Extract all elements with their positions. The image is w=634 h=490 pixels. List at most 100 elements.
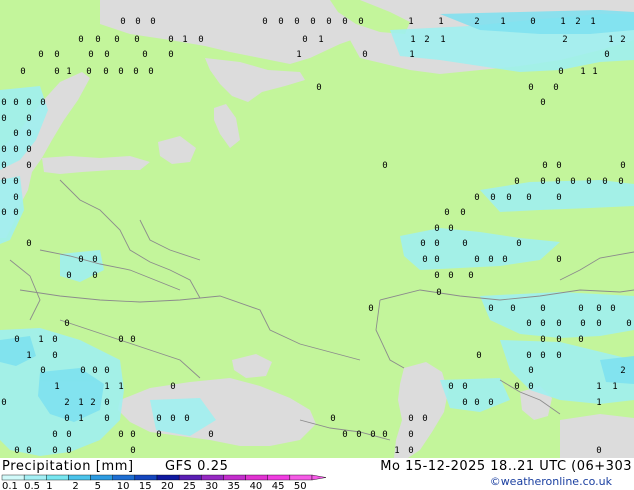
precip-value-label: 1: [26, 351, 31, 361]
precip-value-label: 0: [1, 114, 6, 124]
precip-value-label: 0: [168, 35, 173, 45]
precip-value-label: 1: [54, 382, 59, 392]
precip-value-label: 0: [436, 288, 441, 298]
precip-value-label: 0: [604, 50, 609, 60]
precip-value-label: 0: [434, 239, 439, 249]
precip-value-label: 0: [26, 239, 31, 249]
legend-label: 0.5: [24, 481, 40, 490]
precip-value-label: 0: [14, 335, 19, 345]
precip-value-label: 0: [526, 319, 531, 329]
legend-label: 5: [95, 481, 101, 490]
precip-value-label: 0: [142, 50, 147, 60]
precip-value-label: 0: [150, 17, 155, 27]
precip-value-label: 0: [130, 430, 135, 440]
precip-value-label: 0: [86, 67, 91, 77]
product-title: Precipitation [mm]: [2, 459, 134, 474]
precip-value-label: 0: [80, 366, 85, 376]
model-name: GFS 0.25: [165, 459, 229, 474]
precip-value-label: 0: [488, 304, 493, 314]
legend-swatch: [23, 474, 47, 481]
legend-label: 25: [183, 481, 196, 490]
precip-value-label: 0: [118, 430, 123, 440]
precip-value-label: 0: [542, 161, 547, 171]
precip-value-label: 0: [13, 177, 18, 187]
precip-value-label: 0: [596, 304, 601, 314]
precip-value-label: 0: [1, 208, 6, 218]
precip-value-label: 1: [592, 67, 597, 77]
precip-value-label: 0: [88, 50, 93, 60]
precip-value-label: 0: [26, 161, 31, 171]
precip-value-label: 0: [52, 335, 57, 345]
precip-value-label: 0: [26, 114, 31, 124]
precip-value-label: 0: [156, 430, 161, 440]
legend-label: 15: [139, 481, 152, 490]
precip-value-label: 0: [13, 145, 18, 155]
precip-value-label: 0: [133, 67, 138, 77]
precip-value-label: 0: [78, 255, 83, 265]
precip-value-label: 0: [556, 335, 561, 345]
legend-label: 45: [272, 481, 285, 490]
precip-value-label: 0: [156, 414, 161, 424]
precip-value-label: 0: [540, 319, 545, 329]
precip-value-label: 1: [580, 67, 585, 77]
precip-value-label: 0: [13, 208, 18, 218]
precip-value-label: 0: [555, 177, 560, 187]
credit-link[interactable]: ©weatheronline.co.uk: [490, 475, 612, 488]
precip-value-label: 2: [575, 17, 580, 27]
precip-value-label: 2: [562, 35, 567, 45]
legend-label: 35: [227, 481, 240, 490]
precip-value-label: 2: [64, 398, 69, 408]
precip-value-label: 0: [476, 351, 481, 361]
precip-value-label: 0: [130, 335, 135, 345]
precip-value-label: 0: [490, 193, 495, 203]
legend-swatch: [245, 474, 268, 481]
precip-value-label: 0: [488, 255, 493, 265]
precip-value-label: 0: [540, 177, 545, 187]
precip-value-label: 0: [40, 98, 45, 108]
precip-value-label: 0: [103, 67, 108, 77]
legend-label: 50: [294, 481, 307, 490]
precipitation-legend: 0.1 0.5 1 2 5 10 15 20 25 30 35 40 45 50: [1, 474, 327, 490]
precip-value-label: 0: [316, 83, 321, 93]
precip-value-label: 0: [368, 304, 373, 314]
precip-value-label: 0: [120, 17, 125, 27]
legend-swatch: [112, 474, 136, 481]
precip-value-label: 0: [330, 414, 335, 424]
precip-value-label: 0: [474, 255, 479, 265]
precip-value-label: 0: [462, 382, 467, 392]
precip-value-label: 0: [448, 382, 453, 392]
precip-value-label: 0: [462, 239, 467, 249]
precip-value-label: 0: [1, 145, 6, 155]
precip-value-label: 0: [278, 17, 283, 27]
precip-value-label: 0: [540, 351, 545, 361]
precip-value-label: 0: [66, 430, 71, 440]
legend-swatch: [223, 474, 246, 481]
precip-value-label: 0: [556, 193, 561, 203]
precip-value-label: 2: [424, 35, 429, 45]
precip-value-label: 0: [514, 177, 519, 187]
precip-value-label: 0: [596, 319, 601, 329]
precip-value-label: 0: [422, 414, 427, 424]
precip-value-label: 1: [408, 17, 413, 27]
legend-swatch: [289, 474, 313, 481]
legend-label: 2: [72, 481, 78, 490]
precip-value-label: 1: [590, 17, 595, 27]
precip-value-label: 0: [52, 351, 57, 361]
legend-label: 0.1: [2, 481, 18, 490]
precip-value-label: 0: [434, 255, 439, 265]
precip-value-label: 2: [90, 398, 95, 408]
precip-value-label: 2: [620, 366, 625, 376]
precip-value-label: 0: [54, 50, 59, 60]
precip-value-label: 0: [95, 35, 100, 45]
precip-value-label: 1: [38, 335, 43, 345]
precip-value-label: 0: [514, 382, 519, 392]
precip-value-label: 0: [52, 430, 57, 440]
precip-value-label: 0: [526, 193, 531, 203]
precip-value-label: 0: [52, 446, 57, 456]
precip-value-label: 1: [296, 50, 301, 60]
precip-value-label: 0: [13, 98, 18, 108]
legend-swatch: [90, 474, 113, 481]
legend-label: 30: [205, 481, 218, 490]
precip-value-label: 0: [38, 50, 43, 60]
precip-value-label: 0: [184, 414, 189, 424]
